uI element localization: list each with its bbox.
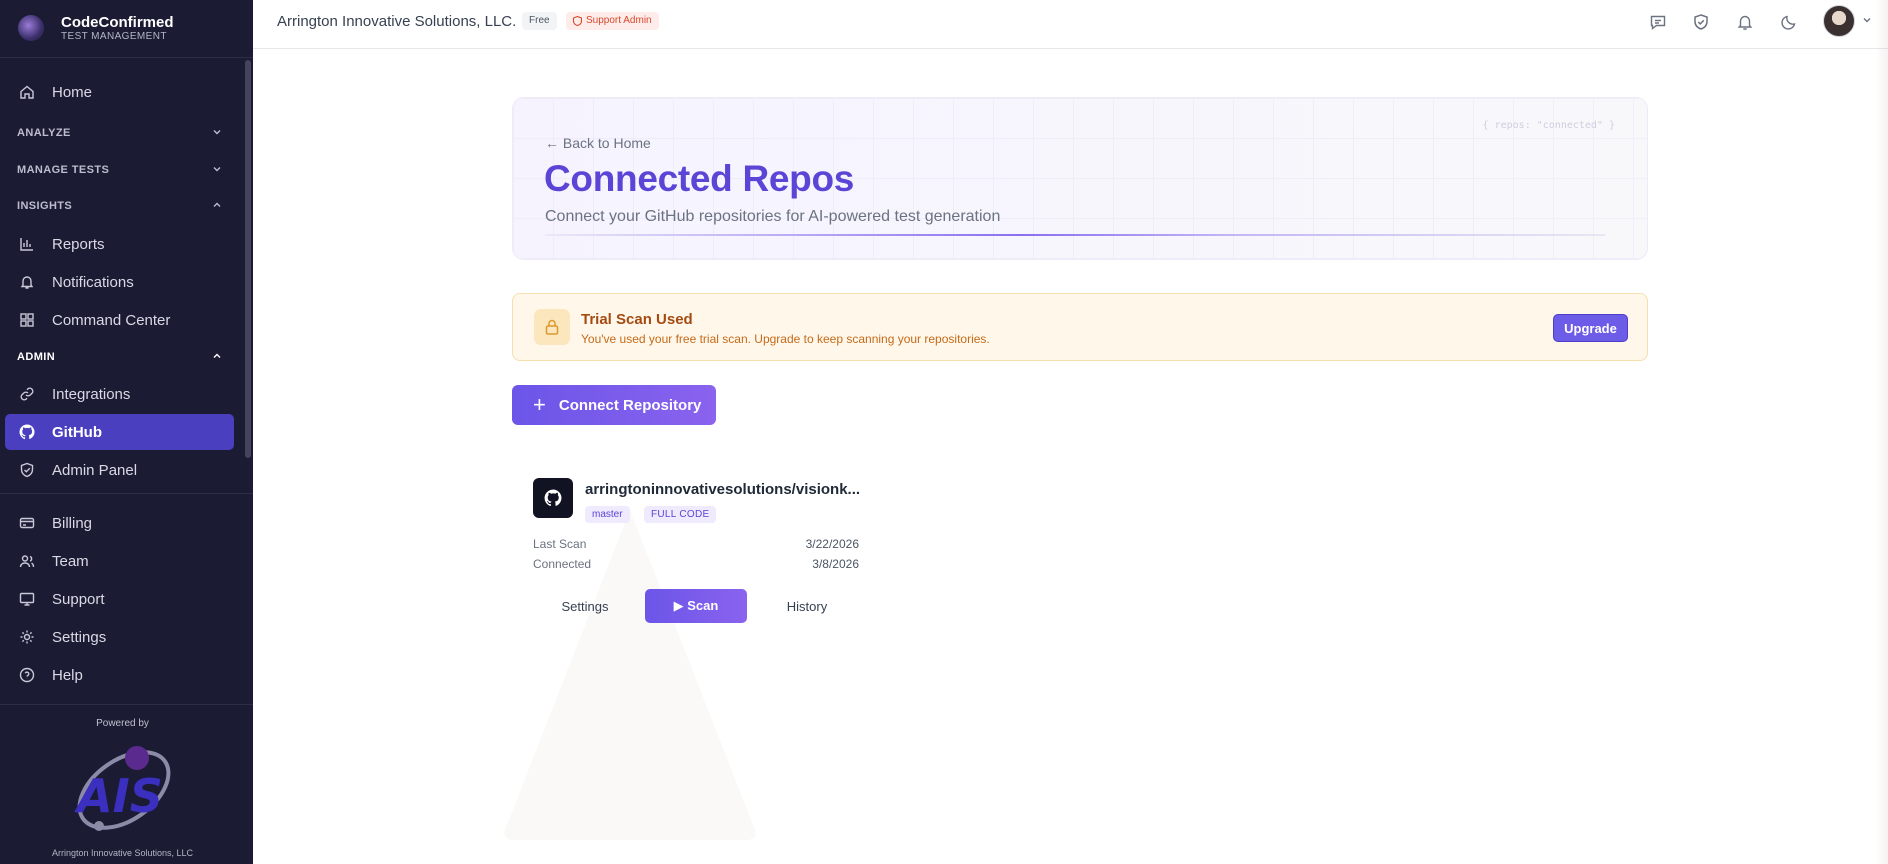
chevron-up-icon — [212, 351, 222, 364]
accent-line — [545, 234, 1605, 236]
upgrade-button[interactable]: Upgrade — [1553, 314, 1628, 342]
sidebar-item-billing[interactable]: Billing — [5, 505, 234, 541]
home-icon — [19, 84, 35, 100]
brand-name: CodeConfirmed — [61, 13, 174, 31]
sidebar-item-label: Support — [52, 590, 105, 608]
sidebar-item-support[interactable]: Support — [5, 581, 234, 617]
brand[interactable]: CodeConfirmed TEST MANAGEMENT — [18, 10, 174, 46]
page-subtitle: Connect your GitHub repositories for AI-… — [545, 208, 1001, 225]
section-admin[interactable]: ADMIN — [17, 347, 222, 367]
section-label: ANALYZE — [17, 127, 71, 139]
monitor-icon — [19, 591, 35, 607]
last-scan-label: Last Scan — [533, 537, 587, 551]
section-analyze[interactable]: ANALYZE — [17, 123, 222, 143]
sidebar-item-label: Notifications — [52, 273, 134, 291]
sidebar-item-label: Help — [52, 666, 83, 684]
sidebar-item-label: Home — [52, 83, 93, 101]
sidebar-item-settings[interactable]: Settings — [5, 619, 234, 655]
brand-logo-icon — [18, 15, 44, 41]
trial-message: You've used your free trial scan. Upgrad… — [581, 332, 990, 346]
role-badge-label: Support Admin — [586, 15, 652, 26]
chat-icon[interactable] — [1647, 11, 1669, 33]
repo-history-button[interactable]: History — [770, 589, 844, 623]
sidebar-item-team[interactable]: Team — [5, 543, 234, 579]
brand-subtitle: TEST MANAGEMENT — [61, 30, 167, 42]
sidebar-item-home[interactable]: Home — [5, 74, 234, 110]
chevron-down-icon[interactable] — [1862, 15, 1872, 28]
sidebar-item-notifications[interactable]: Notifications — [5, 264, 234, 300]
sidebar-item-label: Integrations — [52, 385, 131, 403]
sidebar-item-label: Team — [52, 552, 89, 570]
powered-by-label: Powered by — [96, 718, 149, 729]
repo-name[interactable]: arringtoninnovativesolutions/visionk... — [585, 481, 860, 498]
user-avatar[interactable] — [1823, 5, 1855, 37]
sidebar-item-github[interactable]: GitHub — [5, 414, 234, 450]
connect-repository-button[interactable]: + Connect Repository — [512, 385, 716, 425]
sidebar-item-admin-panel[interactable]: Admin Panel — [5, 452, 234, 488]
org-name: Arrington Innovative Solutions, LLC. — [277, 13, 517, 30]
grid-icon — [19, 312, 35, 328]
trial-title: Trial Scan Used — [581, 311, 693, 328]
lock-icon — [534, 309, 570, 345]
sidebar-item-label: GitHub — [52, 423, 102, 441]
back-to-home-link[interactable]: ← Back to Home — [545, 135, 651, 151]
sidebar-item-integrations[interactable]: Integrations — [5, 376, 234, 412]
section-manage-tests[interactable]: MANAGE TESTS — [17, 160, 222, 180]
section-label: ADMIN — [17, 351, 56, 363]
connected-value: 3/8/2026 — [812, 557, 859, 571]
sidebar-item-reports[interactable]: Reports — [5, 226, 234, 262]
shield-check-icon[interactable] — [1690, 11, 1712, 33]
divider — [0, 493, 253, 494]
sidebar-item-help[interactable]: Help — [5, 657, 234, 693]
repo-settings-button[interactable]: Settings — [548, 589, 622, 623]
page-title: Connected Repos — [544, 158, 855, 199]
trial-banner: Trial Scan Used You've used your free tr… — [512, 293, 1648, 361]
footer-company: Arrington Innovative Solutions, LLC — [51, 848, 194, 858]
scan-button[interactable]: ▶ Scan — [645, 589, 747, 623]
sidebar-item-label: Command Center — [52, 311, 171, 329]
help-circle-icon — [19, 667, 35, 683]
chevron-up-icon — [212, 200, 222, 213]
moon-icon[interactable] — [1778, 11, 1800, 33]
top-bar: Arrington Innovative Solutions, LLC. Fre… — [253, 0, 1888, 49]
ais-logo: AIS — [74, 746, 171, 831]
divider — [0, 704, 253, 705]
sidebar-item-label: Billing — [52, 514, 93, 532]
bell-icon — [19, 274, 35, 290]
link-icon — [19, 386, 35, 402]
page-header: { repos: "connected" } ← Back to Home Co… — [512, 97, 1648, 260]
branch-tag: master — [585, 506, 630, 523]
sidebar-item-label: Admin Panel — [52, 461, 138, 479]
bar-chart-icon — [19, 236, 35, 252]
section-label: MANAGE TESTS — [17, 164, 110, 176]
sidebar: CodeConfirmed TEST MANAGEMENT Home ANALY… — [0, 0, 253, 864]
section-insights[interactable]: INSIGHTS — [17, 196, 222, 216]
sidebar-scrollbar[interactable] — [245, 60, 251, 458]
credit-card-icon — [19, 515, 35, 531]
github-icon — [533, 478, 573, 518]
chevron-down-icon — [212, 164, 222, 177]
role-badge: Support Admin — [566, 12, 659, 30]
sidebar-item-command-center[interactable]: Command Center — [5, 302, 234, 338]
last-scan-value: 3/22/2026 — [805, 537, 859, 551]
chevron-down-icon — [212, 127, 222, 140]
users-icon — [19, 553, 35, 569]
section-label: INSIGHTS — [17, 200, 73, 212]
plus-icon: + — [533, 392, 546, 417]
connected-label: Connected — [533, 557, 592, 571]
bell-icon[interactable] — [1734, 11, 1756, 33]
connect-repository-label: Connect Repository — [558, 396, 702, 414]
sidebar-item-label: Settings — [52, 628, 107, 646]
window-edge-shadow — [1876, 0, 1888, 864]
github-icon — [19, 424, 35, 440]
shield-icon — [573, 16, 582, 26]
scan-type-tag: FULL CODE — [644, 506, 717, 523]
ais-logo-text: AIS — [74, 769, 163, 823]
shield-check-icon — [19, 462, 35, 478]
sidebar-item-label: Reports — [52, 235, 105, 253]
plan-badge: Free — [522, 12, 557, 30]
divider — [0, 57, 253, 58]
sun-gear-icon — [19, 629, 35, 645]
code-watermark: { repos: "connected" } — [1482, 120, 1615, 131]
